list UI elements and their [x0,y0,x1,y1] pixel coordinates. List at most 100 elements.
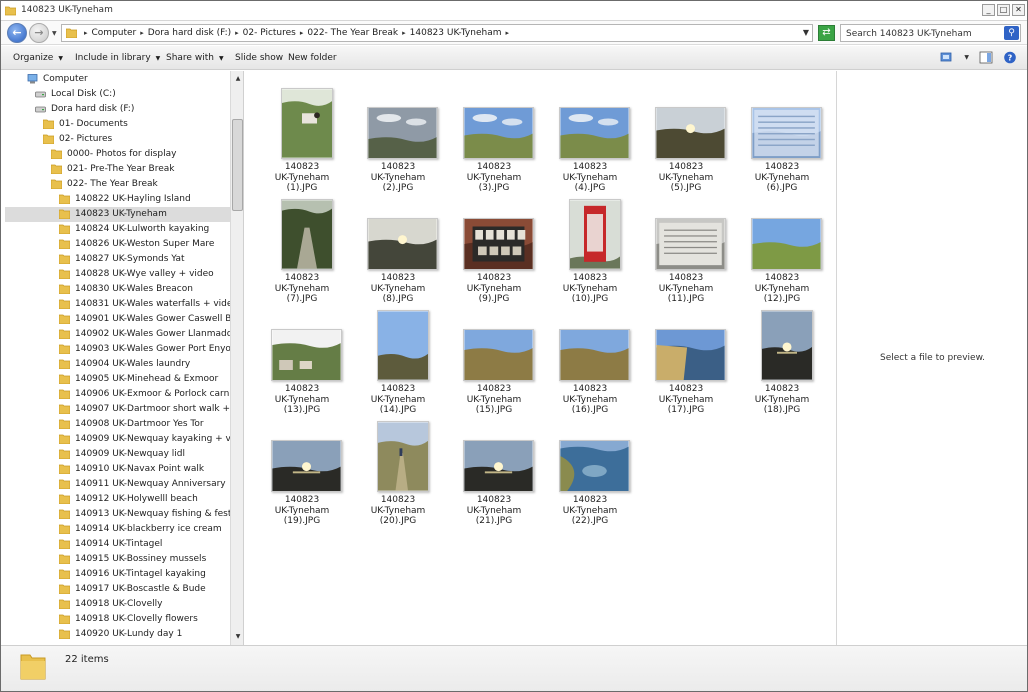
tree-item[interactable]: 140914 UK-blackberry ice cream [59,522,222,537]
tree-item[interactable]: 140920 UK-Lundy day 1 [59,627,182,642]
tree-item[interactable]: 140909 UK-Newquay kayaking + video [59,432,243,447]
tree-item[interactable]: 140916 UK-Tintagel kayaking [59,567,206,582]
refresh-button[interactable]: ⇄ [818,25,835,41]
file-item[interactable]: 140823 UK-Tyneham (16).JPG [545,301,635,415]
tree-item[interactable]: 022- The Year Break [51,177,158,192]
photo-thumbnail[interactable] [559,329,630,381]
breadcrumb-item[interactable]: Computer [92,28,137,38]
photo-thumbnail[interactable] [761,310,813,381]
file-item[interactable]: 140823 UK-Tyneham (6).JPG [737,79,827,193]
file-item[interactable]: 140823 UK-Tyneham (1).JPG [257,79,347,193]
include-in-library-menu[interactable]: Include in library ▼ [75,53,160,63]
photo-thumbnail[interactable] [377,421,429,492]
file-item[interactable]: 140823 UK-Tyneham (20).JPG [353,412,443,526]
tree-item[interactable]: 140901 UK-Wales Gower Caswell Bay [59,312,242,327]
photo-thumbnail[interactable] [751,107,822,159]
tree-item[interactable]: 140918 UK-Clovelly [59,597,163,612]
tree-item[interactable]: 140828 UK-Wye valley + video [59,267,214,282]
share-with-menu[interactable]: Share with ▼ [166,53,224,63]
tree-item[interactable]: 140830 UK-Wales Breacon [59,282,193,297]
photo-thumbnail[interactable] [569,199,621,270]
tree-item[interactable]: 140904 UK-Wales laundry [59,357,190,372]
organize-menu[interactable]: Organize ▼ [13,53,63,63]
photo-thumbnail[interactable] [367,107,438,159]
help-icon[interactable]: ? [1003,51,1017,64]
breadcrumb-separator-icon[interactable]: ▸ [402,29,406,37]
tree-item[interactable]: 140822 UK-Hayling Island [59,192,191,207]
minimize-button[interactable]: _ [982,4,995,16]
file-item[interactable]: 140823 UK-Tyneham (8).JPG [353,190,443,304]
file-item[interactable]: 140823 UK-Tyneham (15).JPG [449,301,539,415]
tree-item[interactable]: 01- Documents [43,117,128,132]
search-box[interactable]: Search 140823 UK-Tyneham ⚲ [840,24,1021,42]
tree-item[interactable]: Computer [27,72,88,87]
tree-item[interactable]: 140910 UK-Navax Point walk [59,462,204,477]
change-view-icon[interactable] [940,51,954,64]
photo-thumbnail[interactable] [559,440,630,492]
photo-thumbnail[interactable] [271,329,342,381]
file-item[interactable]: 140823 UK-Tyneham (22).JPG [545,412,635,526]
file-item[interactable]: 140823 UK-Tyneham (7).JPG [257,190,347,304]
navigation-scrollbar[interactable]: ▲ ▼ [230,71,243,645]
title-bar[interactable]: 140823 UK-Tyneham _ □ ✕ [1,1,1027,21]
file-item[interactable]: 140823 UK-Tyneham (11).JPG [641,190,731,304]
breadcrumb-item[interactable]: Dora hard disk (F:) [148,28,231,38]
tree-item[interactable]: 140823 UK-Tyneham [5,207,230,222]
photo-thumbnail[interactable] [281,199,333,270]
tree-item[interactable]: 140905 UK-Minehead & Exmoor [59,372,218,387]
tree-item[interactable]: 140912 UK-Holywelll beach [59,492,198,507]
tree-item[interactable]: 140831 UK-Wales waterfalls + video [59,297,238,312]
tree-item[interactable]: 140918 UK-Clovelly flowers [59,612,198,627]
tree-item[interactable]: 140826 UK-Weston Super Mare [59,237,214,252]
tree-item[interactable]: 140902 UK-Wales Gower Llanmadoc [59,327,237,342]
breadcrumb-item[interactable]: 140823 UK-Tyneham [410,28,502,38]
breadcrumb-separator-icon[interactable]: ▸ [300,29,304,37]
file-item[interactable]: 140823 UK-Tyneham (10).JPG [545,190,635,304]
photo-thumbnail[interactable] [559,107,630,159]
new-folder-button[interactable]: New folder [288,53,337,63]
file-item[interactable]: 140823 UK-Tyneham (2).JPG [353,79,443,193]
file-item[interactable]: 140823 UK-Tyneham (14).JPG [353,301,443,415]
breadcrumb-item[interactable]: 022- The Year Break [307,28,398,38]
tree-item[interactable]: 140914 UK-Tintagel [59,537,162,552]
photo-thumbnail[interactable] [271,440,342,492]
tree-item[interactable]: 140917 UK-Boscastle & Bude [59,582,206,597]
view-options-chevron-icon[interactable]: ▼ [964,54,969,61]
file-item[interactable]: 140823 UK-Tyneham (3).JPG [449,79,539,193]
file-item[interactable]: 140823 UK-Tyneham (17).JPG [641,301,731,415]
address-bar[interactable]: ▸ Computer ▸ Dora hard disk (F:) ▸ 02- Pictur… [61,24,813,42]
tree-item[interactable]: Dora hard disk (F:) [35,102,134,117]
photo-thumbnail[interactable] [463,440,534,492]
scroll-down-icon[interactable]: ▼ [232,631,243,643]
photo-thumbnail[interactable] [367,218,438,270]
file-item[interactable]: 140823 UK-Tyneham (21).JPG [449,412,539,526]
tree-item[interactable]: 140907 UK-Dartmoor short walk + video [59,402,243,417]
photo-thumbnail[interactable] [377,310,429,381]
breadcrumb-separator-icon[interactable]: ▸ [140,29,144,37]
scrollbar-thumb[interactable] [232,119,243,211]
photo-thumbnail[interactable] [655,329,726,381]
address-dropdown-icon[interactable]: ▼ [803,28,809,37]
tree-item[interactable]: 140913 UK-Newquay fishing & festival [59,507,243,522]
tree-item[interactable]: 140906 UK-Exmoor & Porlock carnival + v [59,387,243,402]
maximize-button[interactable]: □ [997,4,1010,16]
photo-thumbnail[interactable] [463,107,534,159]
file-item[interactable]: 140823 UK-Tyneham (9).JPG [449,190,539,304]
search-input[interactable]: Search 140823 UK-Tyneham [846,29,972,39]
tree-item[interactable]: 140827 UK-Symonds Yat [59,252,185,267]
slide-show-button[interactable]: Slide show [235,53,283,63]
preview-pane-icon[interactable] [979,51,993,64]
file-item[interactable]: 140823 UK-Tyneham (12).JPG [737,190,827,304]
file-item[interactable]: 140823 UK-Tyneham (4).JPG [545,79,635,193]
photo-thumbnail[interactable] [655,218,726,270]
tree-item[interactable]: 021- Pre-The Year Break [51,162,174,177]
tree-item[interactable]: 140824 UK-Lulworth kayaking [59,222,209,237]
photo-thumbnail[interactable] [281,88,333,159]
recent-pages-chevron-icon[interactable]: ▼ [52,30,57,37]
file-item[interactable]: 140823 UK-Tyneham (18).JPG [737,301,827,415]
forward-button[interactable]: → [29,23,49,43]
file-item[interactable]: 140823 UK-Tyneham (19).JPG [257,412,347,526]
scroll-up-icon[interactable]: ▲ [232,73,243,85]
photo-thumbnail[interactable] [463,329,534,381]
close-button[interactable]: ✕ [1012,4,1025,16]
